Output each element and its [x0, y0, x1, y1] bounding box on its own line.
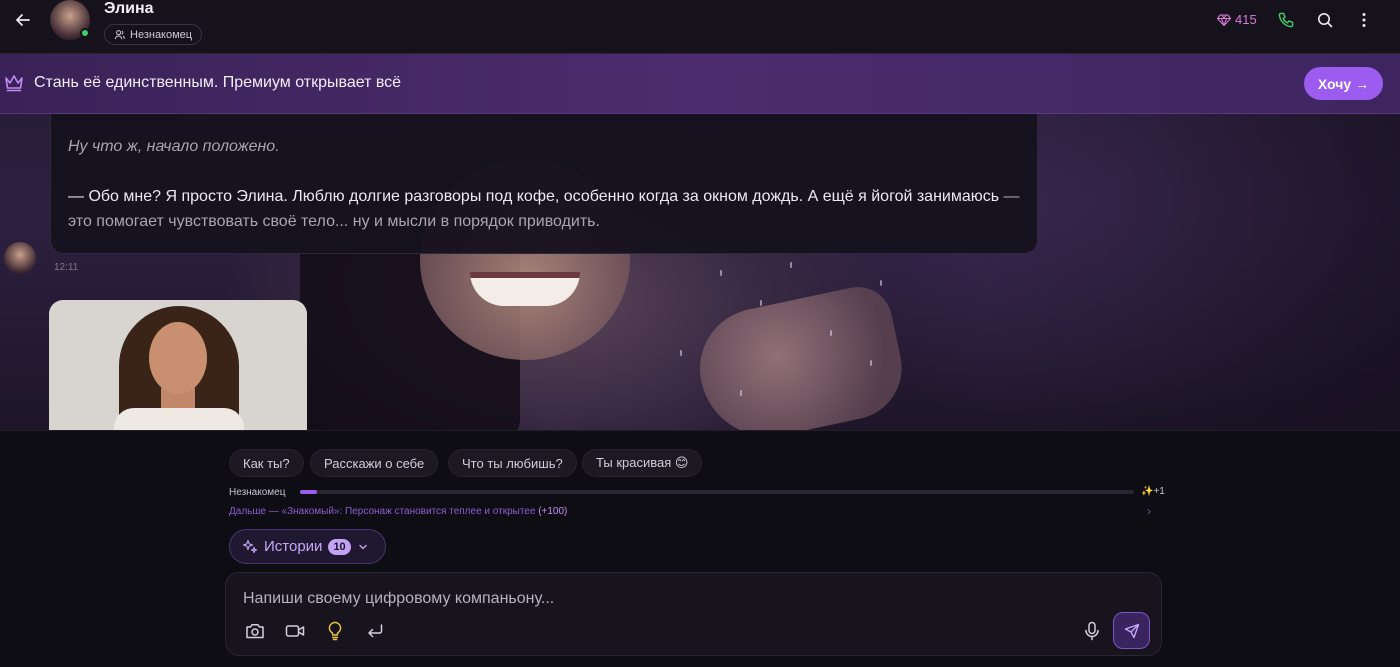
message-avatar: [4, 242, 36, 274]
user-icon: [114, 30, 125, 40]
phone-icon[interactable]: [1275, 10, 1295, 30]
quick-reply-chip[interactable]: Что ты любишь?: [448, 449, 577, 477]
next-level-text: Дальше — «Знакомый»: Персонаж становится…: [229, 506, 536, 517]
camera-icon[interactable]: [243, 619, 267, 643]
crown-icon: [4, 74, 24, 94]
message-text: — Обо мне? Я просто Элина. Люблю долгие …: [68, 184, 1020, 234]
message-main-text: — Обо мне? Я просто Элина. Люблю долгие …: [68, 188, 1000, 205]
message-italic-line: Ну что ж, начало положено.: [68, 138, 280, 155]
relationship-progress-bar: [300, 490, 1134, 494]
quick-reply-chip[interactable]: Как ты?: [229, 449, 304, 477]
online-indicator: [80, 28, 90, 38]
quick-reply-chip[interactable]: Ты красивая 😊: [582, 449, 703, 477]
send-icon: [1124, 623, 1139, 638]
relationship-level-label: Незнакомец: [229, 487, 286, 498]
relation-status-badge[interactable]: Незнакомец: [104, 24, 203, 45]
chevron-right-icon[interactable]: ›: [1147, 504, 1151, 518]
quick-reply-chip[interactable]: Расскажи о себе: [310, 449, 439, 477]
gems-balance[interactable]: 415: [1217, 12, 1257, 27]
premium-banner: Стань её единственным. Премиум открывает…: [0, 54, 1400, 114]
video-icon[interactable]: [283, 619, 307, 643]
premium-want-button[interactable]: Хочу →: [1304, 67, 1383, 100]
stories-label: Истории: [264, 538, 323, 555]
chevron-down-icon: [358, 544, 367, 549]
relationship-progress-fill: [300, 490, 317, 494]
lightbulb-icon[interactable]: [323, 619, 347, 643]
next-level-bonus: (+100): [538, 506, 568, 517]
more-vertical-icon[interactable]: [1354, 10, 1374, 30]
search-icon[interactable]: [1315, 10, 1335, 30]
message-timestamp: 12:11: [54, 262, 79, 273]
premium-banner-text: Стань её единственным. Премиум открывает…: [34, 74, 402, 91]
back-arrow-icon[interactable]: [12, 9, 34, 31]
message-photo[interactable]: [49, 300, 307, 430]
progress-plus-label: ✨+1: [1141, 486, 1165, 497]
contact-name: Элина: [104, 0, 154, 17]
send-button[interactable]: [1113, 612, 1150, 649]
bottom-panel: Как ты? Расскажи о себе Что ты любишь? Т…: [0, 430, 1400, 667]
chat-screen: Элина Незнакомец 415 Стань её единственн…: [0, 0, 1400, 667]
avatar[interactable]: [50, 0, 90, 40]
microphone-icon[interactable]: [1080, 619, 1104, 643]
relation-status-label: Незнакомец: [130, 28, 193, 41]
next-level-hint[interactable]: Дальше — «Знакомый»: Персонаж становится…: [229, 506, 567, 517]
message-composer: [225, 572, 1162, 656]
stories-count-badge: 10: [328, 538, 351, 555]
message-bubble: Ну что ж, начало положено. — Обо мне? Я …: [50, 114, 1038, 254]
gems-count: 415: [1235, 12, 1257, 27]
chat-header: Элина Незнакомец 415: [0, 0, 1400, 54]
message-input[interactable]: [243, 587, 1043, 611]
stories-button[interactable]: Истории 10: [229, 529, 386, 564]
sparkles-icon: [242, 539, 258, 553]
diamond-icon: [1217, 13, 1231, 26]
return-icon[interactable]: [363, 619, 387, 643]
